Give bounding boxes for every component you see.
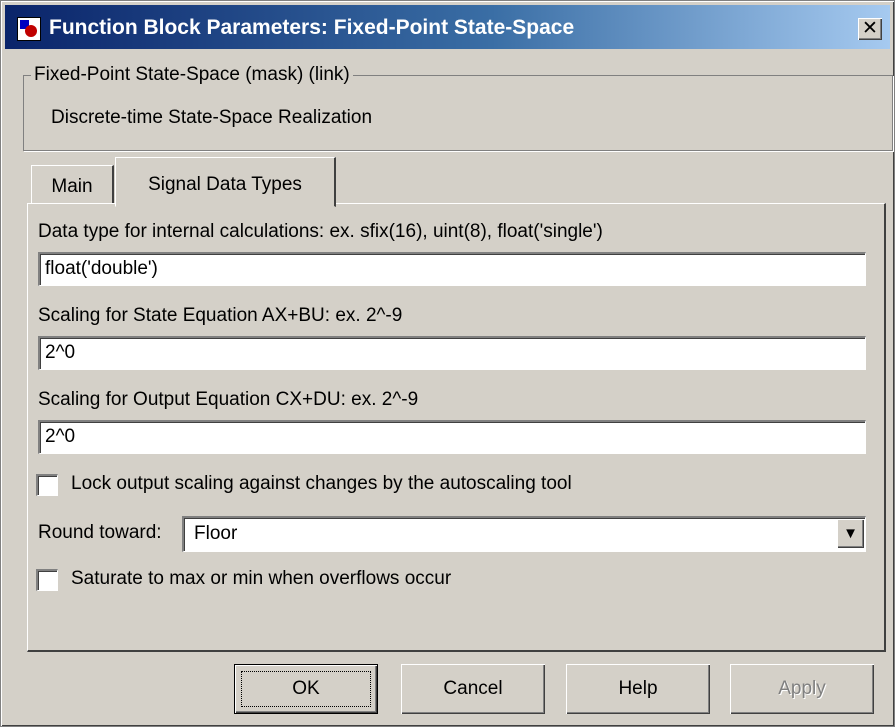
round-toward-label: Round toward: (38, 522, 162, 543)
tab-signal-data-types[interactable]: Signal Data Types (115, 157, 336, 207)
ok-button[interactable]: OK (234, 664, 378, 714)
lock-scaling-checkbox[interactable] (36, 474, 58, 496)
state-scaling-label: Scaling for State Equation AX+BU: ex. 2^… (38, 305, 403, 326)
round-toward-value: Floor (194, 523, 238, 544)
state-scaling-field[interactable]: 2^0 (38, 336, 866, 370)
cancel-button[interactable]: Cancel (401, 664, 545, 714)
mask-description: Discrete-time State-Space Realization (51, 107, 373, 128)
internal-dtype-label: Data type for internal calculations: ex.… (38, 221, 603, 242)
saturate-checkbox[interactable] (36, 569, 58, 591)
ok-button-label: OK (241, 671, 371, 707)
round-toward-select[interactable]: Floor ▼ (182, 516, 866, 552)
apply-button: Apply (730, 664, 874, 714)
window-title: Function Block Parameters: Fixed-Point S… (49, 16, 575, 39)
dialog-window: Function Block Parameters: Fixed-Point S… (0, 0, 895, 727)
output-scaling-field[interactable]: 2^0 (38, 420, 866, 454)
help-button[interactable]: Help (566, 664, 710, 714)
internal-dtype-value: float('double') (45, 258, 158, 279)
saturate-label[interactable]: Saturate to max or min when overflows oc… (71, 568, 451, 590)
close-button[interactable]: ✕ (858, 18, 882, 40)
close-icon: ✕ (862, 18, 878, 39)
title-bar[interactable]: Function Block Parameters: Fixed-Point S… (5, 5, 890, 49)
chevron-down-icon[interactable]: ▼ (837, 519, 864, 548)
mask-legend: Fixed-Point State-Space (mask) (link) (31, 64, 353, 86)
lock-scaling-label[interactable]: Lock output scaling against changes by t… (71, 473, 572, 495)
tab-main[interactable]: Main (31, 165, 114, 204)
simulink-block-icon (17, 17, 41, 41)
output-scaling-value: 2^0 (45, 426, 76, 447)
output-scaling-label: Scaling for Output Equation CX+DU: ex. 2… (38, 389, 419, 410)
internal-dtype-field[interactable]: float('double') (38, 252, 866, 286)
state-scaling-value: 2^0 (45, 342, 76, 363)
